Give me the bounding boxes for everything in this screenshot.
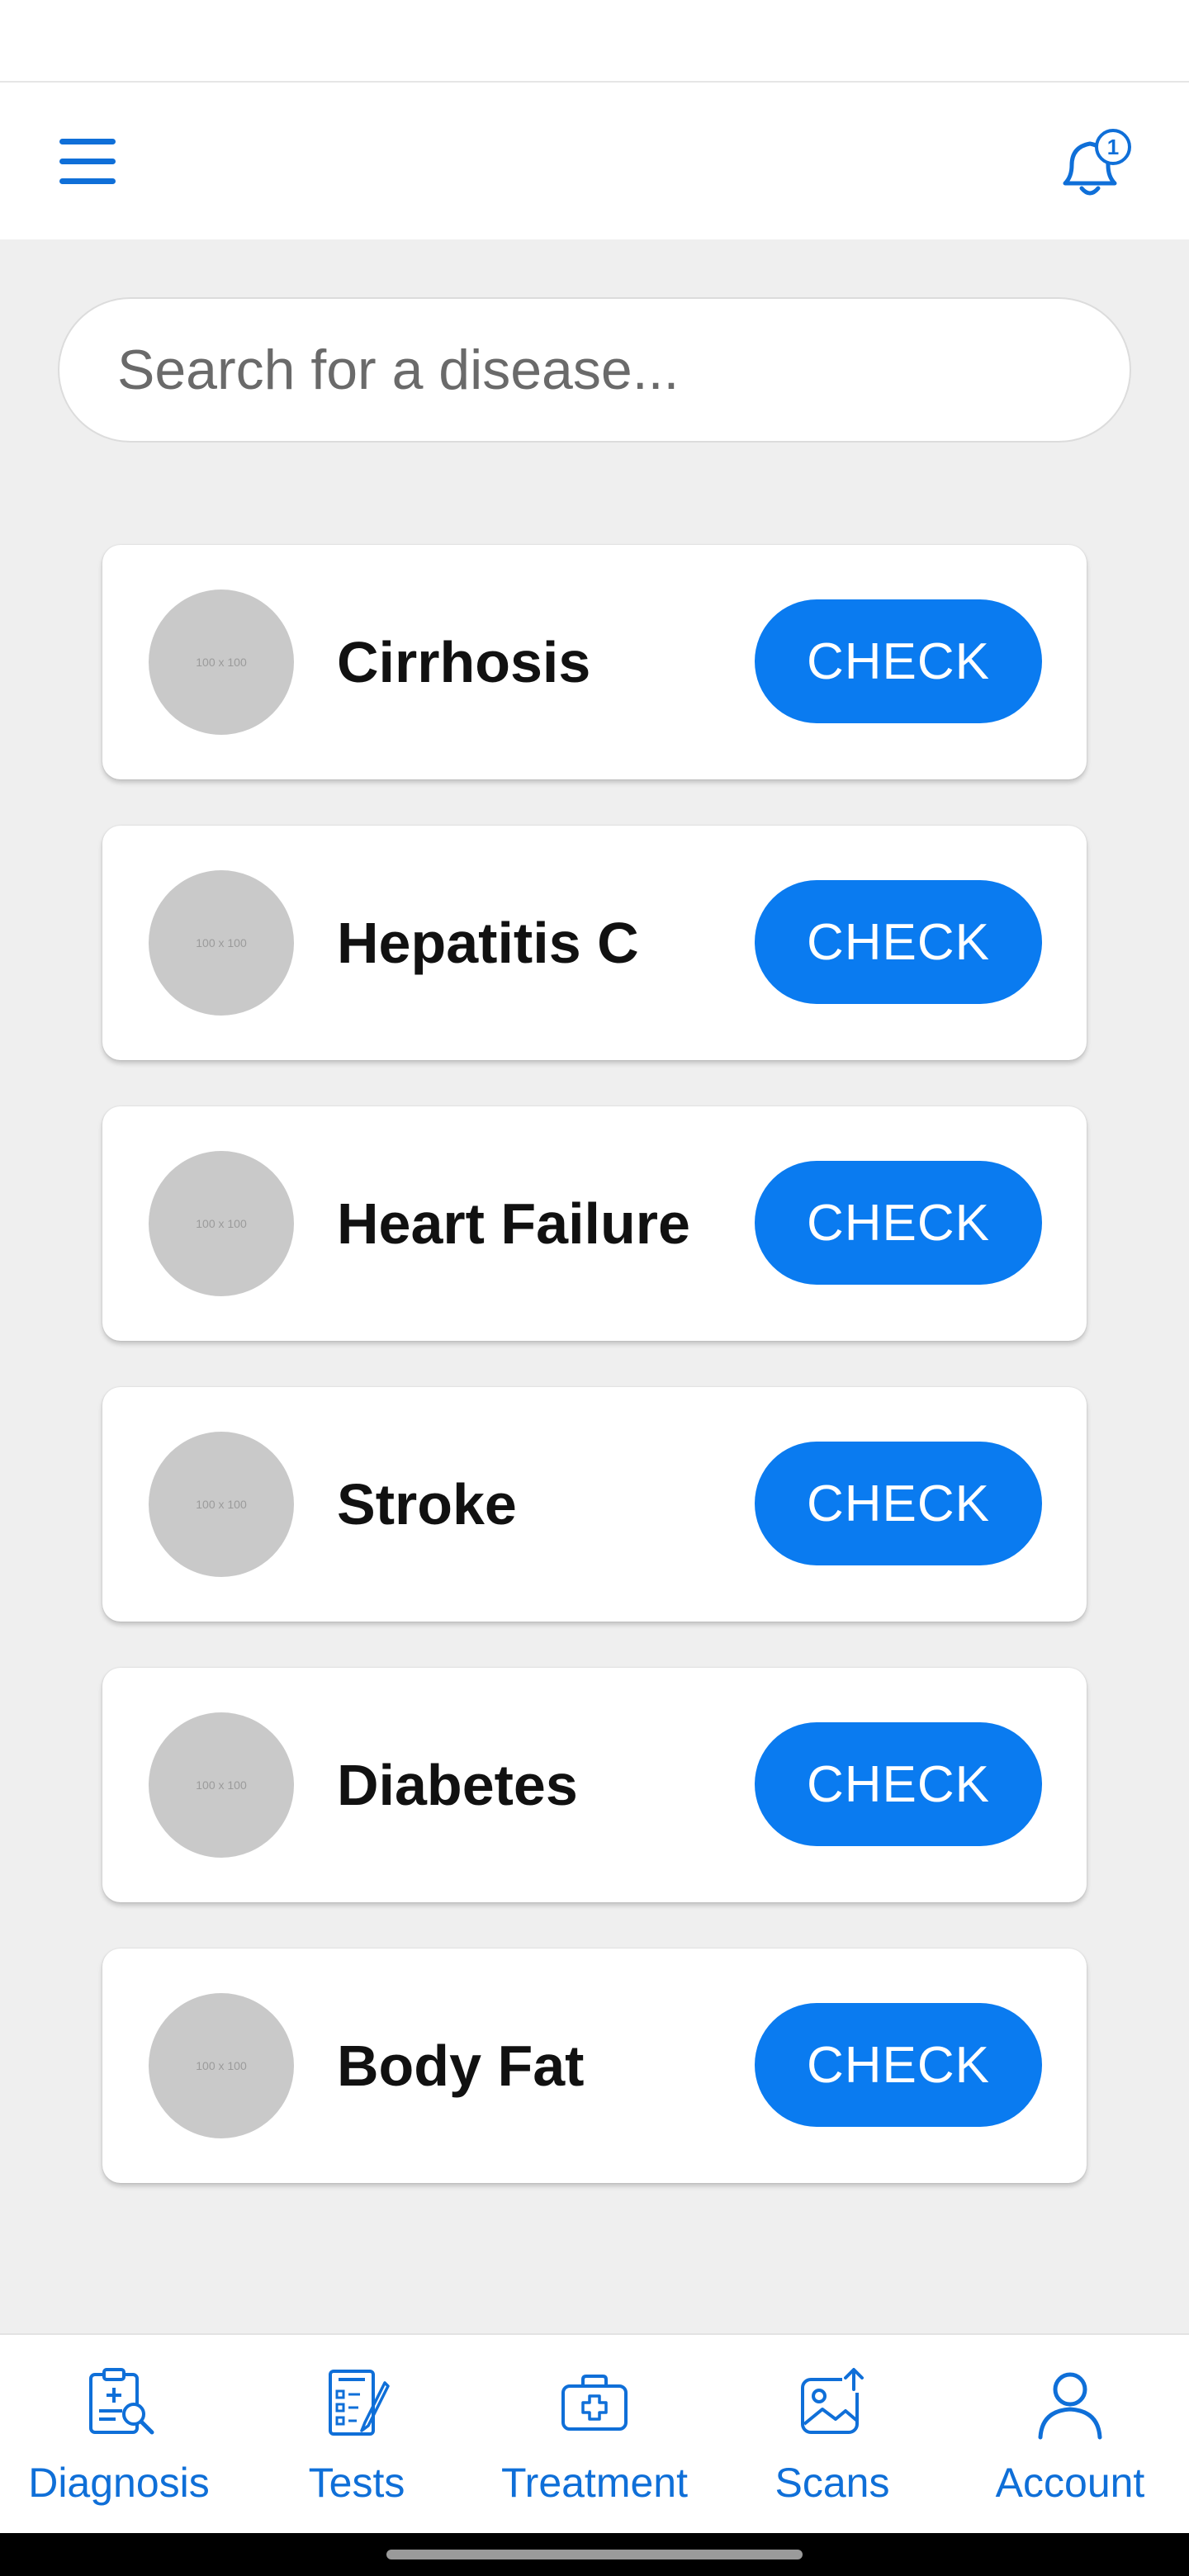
app-bar: 1 [0,81,1189,239]
search-bar [58,297,1131,443]
disease-name: Hepatitis C [337,911,639,975]
clipboard-search-icon [89,2368,154,2435]
disease-card: 100 x 100 Cirrhosis CHECK [102,545,1087,779]
notifications-button[interactable]: 1 [1049,125,1139,208]
nav-account[interactable]: Account [951,2335,1189,2535]
disease-card: 100 x 100 Heart Failure CHECK [102,1106,1087,1341]
nav-diagnosis[interactable]: Diagnosis [0,2335,238,2535]
disease-thumbnail: 100 x 100 [149,590,294,735]
check-button[interactable]: CHECK [755,599,1042,723]
nav-label: Treatment [500,2460,688,2506]
disease-thumbnail: 100 x 100 [149,1993,294,2138]
disease-name: Cirrhosis [337,630,591,694]
image-upload-icon [801,2368,865,2434]
disease-thumbnail: 100 x 100 [149,870,294,1016]
bottom-navigation: Diagnosis Tests Treatment Scans Account [0,2333,1189,2533]
menu-line [59,139,116,144]
test-checklist-icon [329,2370,390,2436]
check-button[interactable]: CHECK [755,2003,1042,2127]
hamburger-menu-icon[interactable] [53,134,122,192]
nav-label: Diagnosis [28,2460,210,2506]
notification-count-badge: 1 [1106,135,1120,159]
nav-label: Tests [308,2460,405,2506]
nav-treatment[interactable]: Treatment [476,2335,713,2535]
disease-thumbnail: 100 x 100 [149,1712,294,1858]
disease-card: 100 x 100 Hepatitis C CHECK [102,826,1087,1060]
thumbnail-placeholder-text: 100 x 100 [196,2059,247,2072]
disease-thumbnail: 100 x 100 [149,1151,294,1296]
medical-kit-icon [561,2375,628,2431]
disease-name: Heart Failure [337,1191,690,1256]
check-button[interactable]: CHECK [755,880,1042,1004]
menu-line [59,159,116,164]
nav-scans[interactable]: Scans [713,2335,951,2535]
disease-name: Diabetes [337,1753,578,1817]
disease-card: 100 x 100 Body Fat CHECK [102,1949,1087,2183]
disease-name: Body Fat [337,2034,585,2098]
disease-card: 100 x 100 Diabetes CHECK [102,1668,1087,1902]
check-button[interactable]: CHECK [755,1442,1042,1565]
thumbnail-placeholder-text: 100 x 100 [196,1498,247,1511]
thumbnail-placeholder-text: 100 x 100 [196,1217,247,1230]
disease-card: 100 x 100 Stroke CHECK [102,1387,1087,1622]
search-input[interactable] [117,299,1108,441]
system-navigation-bar [0,2533,1189,2576]
nav-tests[interactable]: Tests [238,2335,476,2535]
check-button[interactable]: CHECK [755,1161,1042,1285]
home-indicator[interactable] [386,2550,803,2559]
nav-label: Account [995,2460,1145,2506]
check-button[interactable]: CHECK [755,1722,1042,1846]
menu-line [59,178,116,184]
thumbnail-placeholder-text: 100 x 100 [196,1778,247,1792]
disease-thumbnail: 100 x 100 [149,1432,294,1577]
user-icon [1038,2372,1102,2440]
thumbnail-placeholder-text: 100 x 100 [196,656,247,669]
thumbnail-placeholder-text: 100 x 100 [196,936,247,949]
nav-label: Scans [775,2460,890,2506]
status-bar [0,0,1189,81]
disease-name: Stroke [337,1472,517,1537]
